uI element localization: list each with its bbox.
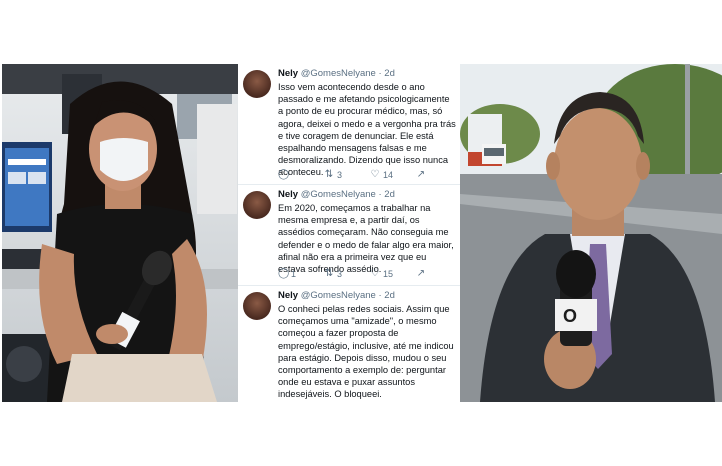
tweet-text: Isso vem acontecendo desde o ano passado…	[278, 82, 456, 178]
tweet-time: · 2d	[378, 68, 395, 79]
tweet-header: Nely @GomesNelyane · 2d	[278, 189, 395, 200]
share-button[interactable]: ↗	[416, 170, 426, 180]
mic-logo: O	[563, 306, 577, 326]
tweet-3[interactable]: Nely @GomesNelyane · 2d O conheci pelas …	[238, 286, 460, 402]
like-button[interactable]: ♡ 15	[370, 268, 394, 280]
newsroom-woman-photo	[2, 64, 238, 402]
tweet-thread: Nely @GomesNelyane · 2d Isso vem acontec…	[238, 64, 460, 402]
share-icon: ↗	[416, 169, 426, 180]
reply-icon: ◯	[278, 169, 290, 180]
retweet-button[interactable]: ⇅ 3	[324, 169, 343, 181]
author-name[interactable]: Nely	[278, 189, 298, 200]
share-button[interactable]: ↗	[416, 269, 426, 279]
retweet-button[interactable]: ⇅ 3	[324, 268, 343, 280]
author-name[interactable]: Nely	[278, 290, 298, 301]
heart-icon: ♡	[370, 169, 380, 180]
tweet-1[interactable]: Nely @GomesNelyane · 2d Isso vem acontec…	[238, 64, 460, 185]
tweet-text: Em 2020, começamos a trabalhar na mesma …	[278, 203, 454, 275]
author-handle: @GomesNelyane	[300, 189, 376, 200]
like-button[interactable]: ♡ 14	[370, 169, 394, 181]
tweet-header: Nely @GomesNelyane · 2d	[278, 290, 395, 301]
avatar[interactable]	[243, 191, 271, 219]
avatar[interactable]	[243, 292, 271, 320]
reporter-man-photo: O	[460, 64, 722, 402]
author-handle: @GomesNelyane	[300, 290, 376, 301]
retweet-icon: ⇅	[324, 268, 334, 279]
reply-button[interactable]: ◯	[278, 170, 291, 180]
heart-icon: ♡	[370, 268, 380, 279]
reply-count: 1	[291, 269, 297, 279]
reply-button[interactable]: ◯ 1	[278, 268, 297, 280]
tweet-actions: ◯ ⇅ 3 ♡ 14 ↗	[278, 170, 458, 182]
left-photo	[2, 64, 238, 402]
tweet-actions: ◯ 1 ⇅ 3 ♡ 15 ↗	[278, 269, 458, 281]
tweet-time: · 2d	[378, 189, 395, 200]
avatar[interactable]	[243, 70, 271, 98]
retweet-icon: ⇅	[324, 169, 334, 180]
tweet-2[interactable]: Nely @GomesNelyane · 2d Em 2020, começam…	[238, 185, 460, 286]
author-handle: @GomesNelyane	[300, 68, 376, 79]
author-name[interactable]: Nely	[278, 68, 298, 79]
retweet-count: 3	[337, 170, 343, 180]
like-count: 15	[383, 269, 394, 279]
share-icon: ↗	[416, 268, 426, 279]
reply-icon: ◯	[278, 268, 290, 279]
tweet-text: O conheci pelas redes sociais. Assim que…	[278, 304, 454, 400]
tweet-header: Nely @GomesNelyane · 2d	[278, 68, 395, 79]
retweet-count: 3	[337, 269, 343, 279]
tweet-time: · 2d	[378, 290, 395, 301]
right-photo: O	[460, 64, 722, 402]
like-count: 14	[383, 170, 394, 180]
